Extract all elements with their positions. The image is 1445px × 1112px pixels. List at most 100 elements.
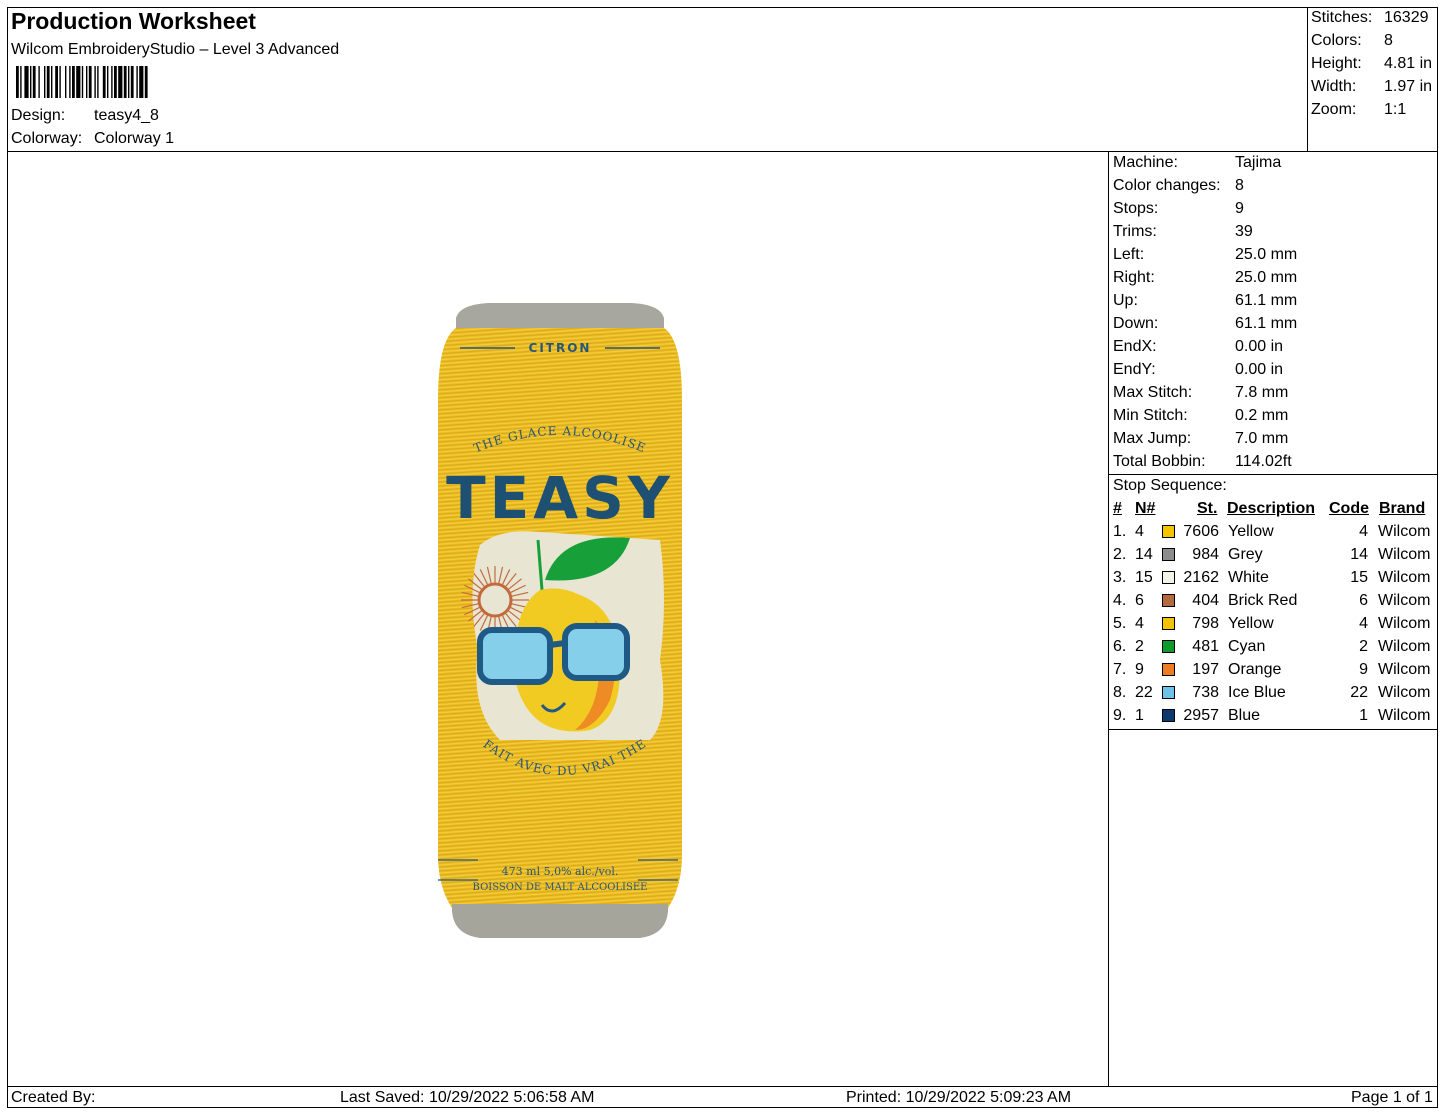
sequence-n: 4 bbox=[1135, 615, 1144, 632]
sequence-n: 1 bbox=[1135, 707, 1144, 724]
sequence-description: Grey bbox=[1228, 546, 1263, 563]
info-value: 25.0 mm bbox=[1235, 246, 1298, 263]
stitches-label: Stitches: bbox=[1311, 9, 1373, 26]
color-swatch bbox=[1162, 571, 1175, 584]
info-value: 8 bbox=[1235, 177, 1244, 194]
sequence-st: 7606 bbox=[1183, 523, 1219, 540]
worksheet-frame bbox=[7, 7, 1438, 1108]
last-saved: Last Saved: 10/29/2022 5:06:58 AM bbox=[340, 1089, 595, 1106]
barcode-bar bbox=[111, 66, 113, 98]
sequence-st: 404 bbox=[1192, 592, 1219, 609]
sequence-st: 738 bbox=[1192, 684, 1219, 701]
barcode-bar bbox=[107, 66, 109, 98]
info-label: Down: bbox=[1113, 315, 1159, 332]
brand-wordmark: TEASY bbox=[446, 464, 674, 532]
width-label: Width: bbox=[1311, 78, 1357, 95]
info-label: Right: bbox=[1113, 269, 1155, 286]
volume-text: 473 ml 5,0% alc./vol. bbox=[502, 865, 619, 878]
barcode-bar bbox=[81, 66, 84, 98]
barcode-bar bbox=[69, 66, 71, 98]
sequence-num: 5. bbox=[1113, 615, 1127, 632]
info-panel-divider bbox=[1108, 151, 1109, 1087]
color-swatch bbox=[1162, 617, 1175, 630]
info-label: Stops: bbox=[1113, 200, 1159, 217]
color-swatch bbox=[1162, 709, 1175, 722]
info-label: Total Bobbin: bbox=[1113, 453, 1206, 470]
sequence-description: Ice Blue bbox=[1228, 684, 1286, 701]
barcode-bar bbox=[46, 66, 50, 98]
info-value: Tajima bbox=[1235, 154, 1282, 171]
stitches-value: 16329 bbox=[1384, 9, 1429, 26]
sequence-separator bbox=[1108, 729, 1438, 730]
sequence-n: 4 bbox=[1135, 523, 1144, 540]
stats-divider bbox=[1307, 7, 1308, 152]
height-value: 4.81 in bbox=[1384, 55, 1433, 72]
design-label: Design: bbox=[11, 107, 66, 124]
info-label: Max Jump: bbox=[1113, 430, 1192, 447]
barcode-bar bbox=[30, 66, 32, 98]
sunglass-bridge bbox=[549, 640, 566, 648]
info-value: 61.1 mm bbox=[1235, 292, 1298, 309]
header-brand: Brand bbox=[1379, 500, 1426, 517]
info-value: 0.00 in bbox=[1235, 338, 1284, 355]
header-divider bbox=[7, 151, 1438, 152]
legal-text: BOISSON DE MALT ALCOOLISEE bbox=[473, 882, 648, 893]
info-label: Max Stitch: bbox=[1113, 384, 1193, 401]
barcode-bar bbox=[20, 66, 22, 98]
barcode-bar bbox=[16, 66, 19, 98]
info-value: 25.0 mm bbox=[1235, 269, 1298, 286]
info-separator bbox=[1108, 474, 1438, 475]
sequence-n: 15 bbox=[1135, 569, 1153, 586]
page-title: Production Worksheet bbox=[11, 8, 256, 34]
sequence-description: Yellow bbox=[1228, 523, 1274, 540]
barcode-bar bbox=[86, 66, 88, 98]
sequence-brand: Wilcom bbox=[1378, 569, 1431, 586]
barcode-bar bbox=[55, 66, 58, 98]
colorway-value: Colorway 1 bbox=[94, 130, 175, 147]
sequence-code: 4 bbox=[1359, 523, 1368, 540]
barcode-bar bbox=[65, 66, 67, 98]
barcode-bar bbox=[114, 66, 117, 98]
barcode-bar bbox=[139, 66, 144, 98]
sequence-st: 2957 bbox=[1183, 707, 1219, 724]
info-label: Up: bbox=[1113, 292, 1138, 309]
info-value: 7.8 mm bbox=[1235, 384, 1289, 401]
barcode-bar bbox=[44, 66, 46, 98]
barcode-bar bbox=[94, 66, 96, 98]
barcode-bar bbox=[123, 66, 127, 98]
barcode-bar bbox=[97, 66, 99, 98]
software-name: Wilcom EmbroideryStudio – Level 3 Advanc… bbox=[11, 41, 340, 58]
barcode-bar bbox=[144, 66, 148, 98]
sequence-n: 9 bbox=[1135, 661, 1144, 678]
barcode-bar bbox=[24, 66, 29, 98]
info-value: 114.02ft bbox=[1235, 453, 1292, 470]
sequence-num: 8. bbox=[1113, 684, 1127, 701]
sequence-st: 984 bbox=[1192, 546, 1219, 563]
sequence-brand: Wilcom bbox=[1378, 661, 1431, 678]
zoom-label: Zoom: bbox=[1311, 101, 1357, 118]
can-top-rim bbox=[456, 303, 664, 328]
sun-disc bbox=[477, 582, 513, 618]
info-label: Min Stitch: bbox=[1113, 407, 1188, 424]
design-value: teasy4_8 bbox=[94, 107, 159, 124]
header-num: # bbox=[1113, 500, 1122, 517]
page-number: Page 1 of 1 bbox=[1351, 1089, 1433, 1106]
colors-value: 8 bbox=[1384, 32, 1393, 49]
sequence-code: 15 bbox=[1350, 569, 1368, 586]
sequence-st: 798 bbox=[1192, 615, 1219, 632]
barcode-bar bbox=[51, 66, 53, 98]
colors-label: Colors: bbox=[1311, 32, 1362, 49]
zoom-value: 1:1 bbox=[1384, 101, 1407, 118]
sequence-n: 14 bbox=[1135, 546, 1153, 563]
barcode-bar bbox=[88, 66, 92, 98]
sequence-description: Brick Red bbox=[1228, 592, 1298, 609]
info-label: Color changes: bbox=[1113, 177, 1221, 194]
color-swatch bbox=[1162, 686, 1175, 699]
header-code: Code bbox=[1329, 500, 1369, 517]
sequence-num: 3. bbox=[1113, 569, 1127, 586]
barcode-bar bbox=[32, 66, 36, 98]
sequence-code: 6 bbox=[1359, 592, 1368, 609]
sequence-brand: Wilcom bbox=[1378, 615, 1431, 632]
info-label: EndX: bbox=[1113, 338, 1157, 355]
info-value: 9 bbox=[1235, 200, 1244, 217]
